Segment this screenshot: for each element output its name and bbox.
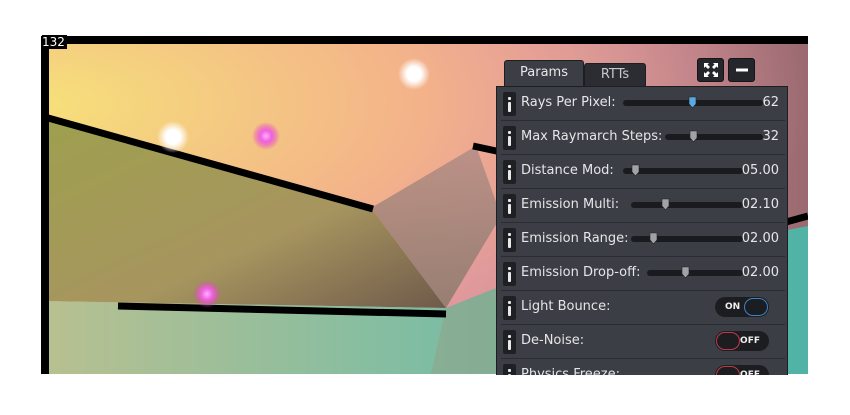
info-icon[interactable] [503,160,516,184]
param-value: 05.00 [741,163,779,178]
slider-thumb[interactable] [661,198,670,211]
param-row-distance-mod: Distance Mod: 05.00 [501,155,785,189]
slider-thumb-icon [650,232,658,245]
expand-arrows-icon [703,63,718,77]
minimize-button[interactable] [728,58,755,82]
tab-rtts[interactable]: RTTs [584,63,646,87]
toggle-state: OFF [740,336,760,346]
slider-thumb-icon [682,266,690,279]
slider-thumb-icon [688,96,696,109]
info-icon[interactable] [503,364,516,375]
param-value: 32 [762,129,779,144]
physics-freeze-toggle[interactable]: OFF [715,365,769,375]
param-row-max-raymarch-steps: Max Raymarch Steps: 32 [501,121,785,155]
param-label: Rays Per Pixel: [521,95,616,110]
info-icon[interactable] [503,330,516,354]
param-value: 62 [762,95,779,110]
toggle-label: De-Noise: [521,333,585,348]
slider-thumb-icon [661,198,669,211]
slider-thumb[interactable] [631,164,640,177]
slider-thumb-icon [631,164,640,177]
minus-icon [735,68,748,72]
param-row-rays-per-pixel: Rays Per Pixel: 62 [501,87,785,121]
param-label: Distance Mod: [521,163,614,178]
emission-multi-slider[interactable] [631,198,743,211]
fps-counter: 132 [42,35,67,49]
de-noise-toggle[interactable]: OFF [715,331,769,351]
tab-params[interactable]: Params [504,60,584,86]
param-value: 02.00 [741,265,779,280]
params-panel: Rays Per Pixel: 62 Max Raymarch Steps: 3… [496,86,788,375]
info-icon[interactable] [503,296,516,320]
slider-thumb[interactable] [688,96,697,109]
param-label: Emission Range: [521,231,629,246]
toggle-knob [744,298,768,316]
info-icon[interactable] [503,92,516,116]
slider-thumb[interactable] [649,232,658,245]
param-label: Max Raymarch Steps: [521,129,663,144]
param-label: Emission Multi: [521,197,620,212]
info-icon[interactable] [503,228,516,252]
toggle-knob [716,366,740,375]
toggle-state: OFF [740,370,760,375]
info-icon[interactable] [503,126,516,150]
param-row-emission-drop-off: Emission Drop-off: 02.00 [501,257,785,291]
light-bounce-toggle[interactable]: ON [715,297,769,317]
toggle-state: ON [725,302,741,312]
slider-thumb-icon [690,130,698,143]
toggle-label: Light Bounce: [521,299,611,314]
param-row-emission-multi: Emission Multi: 02.10 [501,189,785,223]
param-value: 02.00 [741,231,779,246]
param-label: Emission Drop-off: [521,265,641,280]
toggle-row-physics-freeze: Physics Freeze: OFF [501,359,785,375]
distance-mod-slider[interactable] [623,164,743,177]
toggle-label: Physics Freeze: [521,367,620,375]
info-icon[interactable] [503,262,516,286]
emission-drop-off-slider[interactable] [647,266,743,279]
toggle-knob [716,332,740,350]
param-value: 02.10 [741,197,779,212]
toggle-row-light-bounce: Light Bounce: ON [501,291,785,325]
param-row-emission-range: Emission Range: 02.00 [501,223,785,257]
emission-range-slider[interactable] [631,232,743,245]
info-icon[interactable] [503,194,516,218]
rays-per-pixel-slider[interactable] [623,96,763,109]
toggle-row-de-noise: De-Noise: OFF [501,325,785,359]
slider-thumb[interactable] [681,266,690,279]
slider-thumb[interactable] [689,130,698,143]
maximize-button[interactable] [697,58,724,82]
max-raymarch-steps-slider[interactable] [665,130,763,143]
